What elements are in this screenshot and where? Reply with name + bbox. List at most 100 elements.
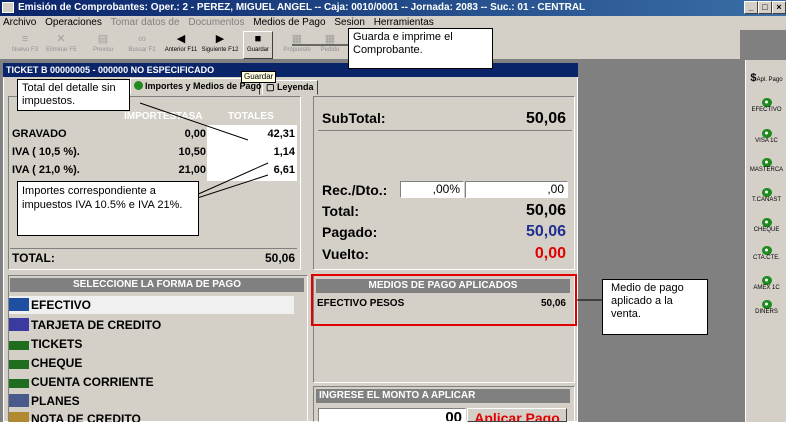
minimize-button[interactable]: _ <box>744 1 758 14</box>
new-document-icon: ≡ <box>21 33 29 45</box>
credit-card-icon <box>9 318 29 331</box>
payment-method-cuenta-corriente[interactable]: CUENTA CORRIENTE <box>9 373 294 391</box>
quick-payment-panel: $Apl. Pago ● EFECTIVO ● VISA 1C ● MASTERCA … <box>745 60 786 422</box>
binoculars-icon: ∞ <box>138 33 146 45</box>
next-icon: ▶ <box>215 33 225 45</box>
app-icon <box>2 2 14 13</box>
tax-row-label: GRAVADO <box>12 128 67 140</box>
quick-cta-cte[interactable]: ● CTA.CTE. <box>746 246 786 262</box>
callout-save: Guarda e imprime el Comprobante. <box>348 28 493 69</box>
payment-method-tarjeta[interactable]: TARJETA DE CREDITO <box>9 316 294 334</box>
window-title: Emisión de Comprobantes: Oper.: 2 - PERE… <box>18 2 586 13</box>
credit-note-icon <box>9 412 29 422</box>
tax-row-total: 6,61 <box>273 164 295 176</box>
guardar-button[interactable]: ■ Guardar <box>243 31 273 59</box>
payment-method-cheque[interactable]: CHEQUE <box>9 354 294 372</box>
tax-row-rate: 21,00 <box>178 164 206 176</box>
quick-tcanast[interactable]: ● T.CANAST <box>746 188 786 204</box>
subtotal-value: 50,06 <box>525 110 566 127</box>
tax-row-label: IVA ( 10,5 %). <box>12 146 80 158</box>
subtotal-divider <box>318 130 572 131</box>
floppy-disk-icon: ■ <box>254 33 262 45</box>
recdto-label: Rec./Dto.: <box>322 182 388 198</box>
quick-mastercard[interactable]: ● MASTERCA <box>746 158 786 174</box>
close-button[interactable]: × <box>772 1 786 14</box>
amount-header: INGRESE EL MONTO A APLICAR <box>316 389 570 403</box>
money-icon <box>134 81 143 90</box>
money-icon: ● <box>761 129 772 138</box>
amount-input[interactable]: 00 <box>318 408 466 422</box>
payment-method-planes[interactable]: PLANES <box>9 392 294 410</box>
buscar-button[interactable]: ∞ Buscar F2 <box>126 32 158 58</box>
tax-header-tasa: TASA <box>176 111 203 122</box>
grid-icon: ▦ <box>291 33 303 45</box>
quick-cheque[interactable]: ● CHEQUE <box>746 218 786 234</box>
delete-icon: ✕ <box>56 33 66 45</box>
recdto-amount-input[interactable]: ,00 <box>465 181 568 198</box>
quick-visa[interactable]: ● VISA 1C <box>746 129 786 145</box>
callout-subtotal: Total del detalle sin impuestos. <box>17 79 130 111</box>
payment-select-header: SELECCIONE LA FORMA DE PAGO <box>10 278 304 292</box>
tax-header-importes: IMPORTES <box>124 111 177 122</box>
siguiente-button[interactable]: ▶ Siguiente F12 <box>200 32 240 58</box>
order-icon: ▦ <box>324 33 336 45</box>
maximize-button[interactable]: □ <box>758 1 772 14</box>
money-icon: ● <box>761 98 772 107</box>
total-label: Total: <box>322 203 360 219</box>
pagado-value: 50,06 <box>525 223 566 240</box>
menu-documentos[interactable]: Documentos <box>185 16 247 30</box>
recdto-percent-input[interactable]: ,00% <box>400 181 464 198</box>
pagado-label: Pagado: <box>322 224 378 240</box>
apply-payment-button[interactable]: Aplicar Pago <box>467 408 567 422</box>
payment-method-nota-credito[interactable]: NOTA DE CREDITO <box>9 411 294 422</box>
money-icon: ● <box>761 246 772 255</box>
money-icon: ● <box>761 188 772 197</box>
tax-row-rate: 0,00 <box>184 128 206 140</box>
previous-icon: ◀ <box>176 33 186 45</box>
tax-header-totales: TOTALES <box>228 111 274 122</box>
tax-total-value: 50,06 <box>264 251 295 265</box>
tax-row-rate: 10,50 <box>178 146 206 158</box>
subtotal-label: SubTotal: <box>322 110 386 126</box>
applied-highlight-box <box>311 274 577 326</box>
vuelto-value: 0,00 <box>534 245 566 262</box>
anterior-button[interactable]: ◀ Anterior F11 <box>163 32 199 58</box>
account-icon <box>9 379 29 388</box>
total-divider <box>10 248 297 249</box>
menu-medios-de-pago[interactable]: Medios de Pago <box>250 16 328 30</box>
guardar-tooltip: Guardar <box>241 71 277 83</box>
ticket-icon <box>9 341 29 350</box>
eliminar-button[interactable]: ✕ Eliminar F5 <box>46 32 76 58</box>
preview-button[interactable]: ▤ Previsu <box>90 32 116 58</box>
money-icon: ● <box>761 158 772 167</box>
callout-applied: Medio de pago aplicado a la venta. <box>602 279 708 335</box>
cash-icon <box>9 298 29 311</box>
quick-apl-pago[interactable]: $Apl. Pago <box>746 72 786 84</box>
money-icon: ● <box>761 300 772 309</box>
quick-efectivo[interactable]: ● EFECTIVO <box>746 98 786 114</box>
tax-row-total: 42,31 <box>267 128 295 140</box>
tax-row-total: 1,14 <box>273 146 295 158</box>
total-value: 50,06 <box>525 202 566 219</box>
vuelto-label: Vuelto: <box>322 246 369 262</box>
nuevo-button[interactable]: ≡ Nuevo F3 <box>10 32 40 58</box>
quick-diners[interactable]: ● DINERS <box>746 300 786 316</box>
quick-amex[interactable]: ● AMEX 1C <box>746 276 786 292</box>
menu-operaciones[interactable]: Operaciones <box>42 16 105 30</box>
pedido-button[interactable]: ▦ Pedido <box>316 32 344 58</box>
tax-row-label: IVA ( 21,0 %). <box>12 164 80 176</box>
print-preview-icon: ▤ <box>97 33 109 45</box>
callout-taxes: Importes correspondiente a impuestos IVA… <box>17 181 199 236</box>
plans-icon <box>9 394 29 407</box>
payment-method-efectivo[interactable]: EFECTIVO <box>9 296 294 314</box>
money-icon: ● <box>761 276 772 285</box>
cheque-icon <box>9 360 29 369</box>
menu-tomar-datos[interactable]: Tomar datos de <box>108 16 183 30</box>
money-icon: ● <box>761 218 772 227</box>
document-icon: ▢ <box>266 82 275 92</box>
window-title-bar: Emisión de Comprobantes: Oper.: 2 - PERE… <box>0 0 786 16</box>
menu-archivo[interactable]: Archivo <box>0 16 39 30</box>
tax-total-label: TOTAL: <box>12 251 55 265</box>
propuesto-button[interactable]: ▦ Propuesto <box>281 32 313 58</box>
payment-method-tickets[interactable]: TICKETS <box>9 335 294 353</box>
